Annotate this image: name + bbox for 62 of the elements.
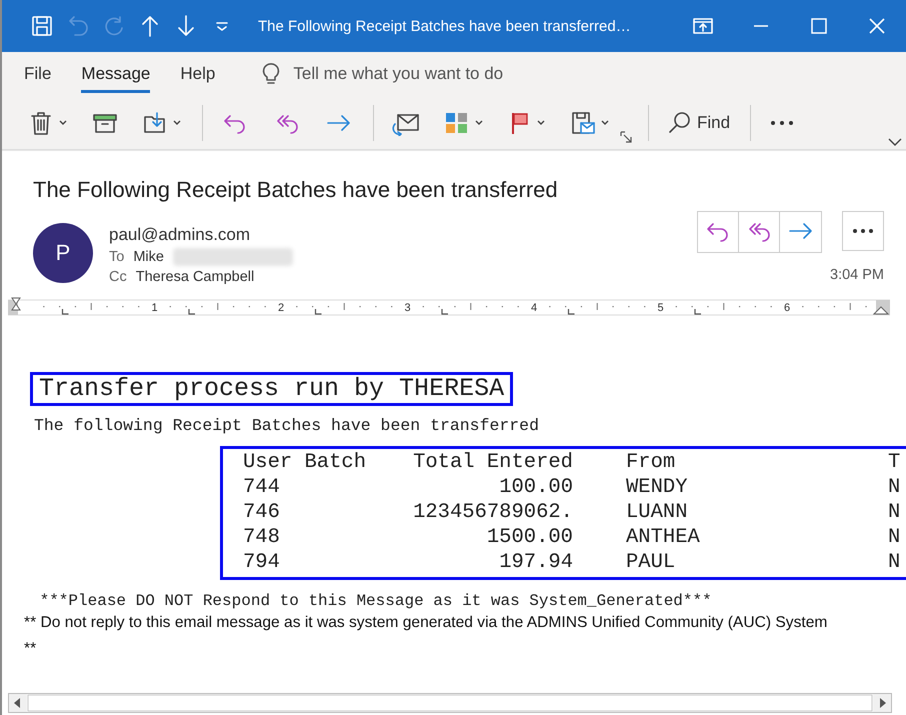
- footer-note: ** Do not reply to this email message as it was system generated via the ADMINS Unified Community (AUC) System **: [24, 613, 828, 659]
- table-cell-text: LUANN: [626, 500, 689, 525]
- message-subject: The Following Receipt Batches have been transferred: [33, 177, 559, 203]
- system-notice: ***Please DO NOT Respond to this Message as it was System_Generated***: [38, 592, 713, 610]
- table-cell-text: 123456789062.: [412, 500, 573, 525]
- collapse-ribbon-icon[interactable]: [888, 138, 902, 147]
- transfer-heading: Transfer process run by THERESA: [30, 372, 514, 406]
- table-cell-text: N: [888, 500, 902, 525]
- dropdown-caret-icon[interactable]: [474, 119, 484, 126]
- dropdown-caret-icon[interactable]: [172, 119, 182, 126]
- lightbulb-icon: [261, 62, 282, 86]
- sender-email: paul@admins.com: [109, 225, 252, 245]
- ruler-number: 6: [784, 302, 790, 314]
- table-cell-text: 1500.00: [486, 525, 573, 550]
- dropdown-caret-icon[interactable]: [600, 119, 610, 126]
- table-cell-text: N: [888, 475, 902, 500]
- cc-label: Cc: [109, 269, 127, 285]
- intro-text: The following Receipt Batches have been transferred: [34, 416, 540, 435]
- table-cell-text: 744: [243, 475, 281, 500]
- ruler-number: 2: [278, 302, 284, 314]
- table-cell-text: 794: [243, 550, 281, 575]
- table-cell-text: 746: [243, 500, 281, 525]
- table-cell-text: N: [888, 525, 902, 550]
- policy-icon[interactable]: [570, 110, 596, 136]
- column-header: User Batch: [243, 450, 368, 475]
- dialog-launcher-icon[interactable]: [620, 131, 632, 143]
- table-cell-text: PAUL: [626, 550, 676, 575]
- table-cell-text: 748: [243, 525, 281, 550]
- tell-me-search[interactable]: Tell me what you want to do: [293, 64, 504, 84]
- search-icon: [667, 110, 693, 136]
- more-icon[interactable]: [769, 118, 796, 126]
- column-header: Total Entered: [412, 450, 573, 475]
- horizontal-scrollbar[interactable]: [8, 693, 892, 713]
- ribbon-tab[interactable]: Help: [180, 56, 216, 92]
- column-header: T: [888, 450, 902, 475]
- table-cell-text: N: [888, 550, 902, 575]
- ruler-number: 4: [530, 302, 538, 314]
- dropdown-caret-icon[interactable]: [536, 119, 546, 126]
- table-cell-text: 100.00: [498, 475, 573, 500]
- sender-avatar: P: [33, 223, 93, 283]
- left-indent-marker[interactable]: [8, 298, 21, 315]
- dropdown-caret-icon[interactable]: [58, 119, 68, 126]
- column-header: From: [626, 450, 676, 475]
- find-button[interactable]: Find: [661, 106, 736, 140]
- ruler-number: 3: [404, 302, 411, 314]
- ribbon-tab[interactable]: File: [24, 56, 52, 92]
- table-cell-text: ANTHEA: [626, 525, 701, 550]
- window-title: The Following Receipt Batches have been transferred…: [258, 18, 632, 34]
- recipient-name: Mike: [133, 249, 164, 265]
- more-actions-button[interactable]: [842, 211, 884, 251]
- cc-recipient: Theresa Campbell: [136, 269, 254, 285]
- to-label: To: [109, 249, 124, 265]
- received-time: 3:04 PM: [830, 267, 884, 283]
- move-to-folder-icon[interactable]: [142, 110, 168, 136]
- more-icon: [852, 228, 874, 234]
- ruler-number: 1: [151, 302, 158, 314]
- table-cell-text: 197.94: [498, 550, 573, 575]
- table-cell-text: WENDY: [626, 475, 689, 500]
- ribbon-tab[interactable]: Message: [81, 56, 150, 92]
- right-indent-marker[interactable]: [872, 300, 890, 315]
- save-icon[interactable]: [30, 14, 54, 38]
- ruler-number: 5: [657, 302, 664, 314]
